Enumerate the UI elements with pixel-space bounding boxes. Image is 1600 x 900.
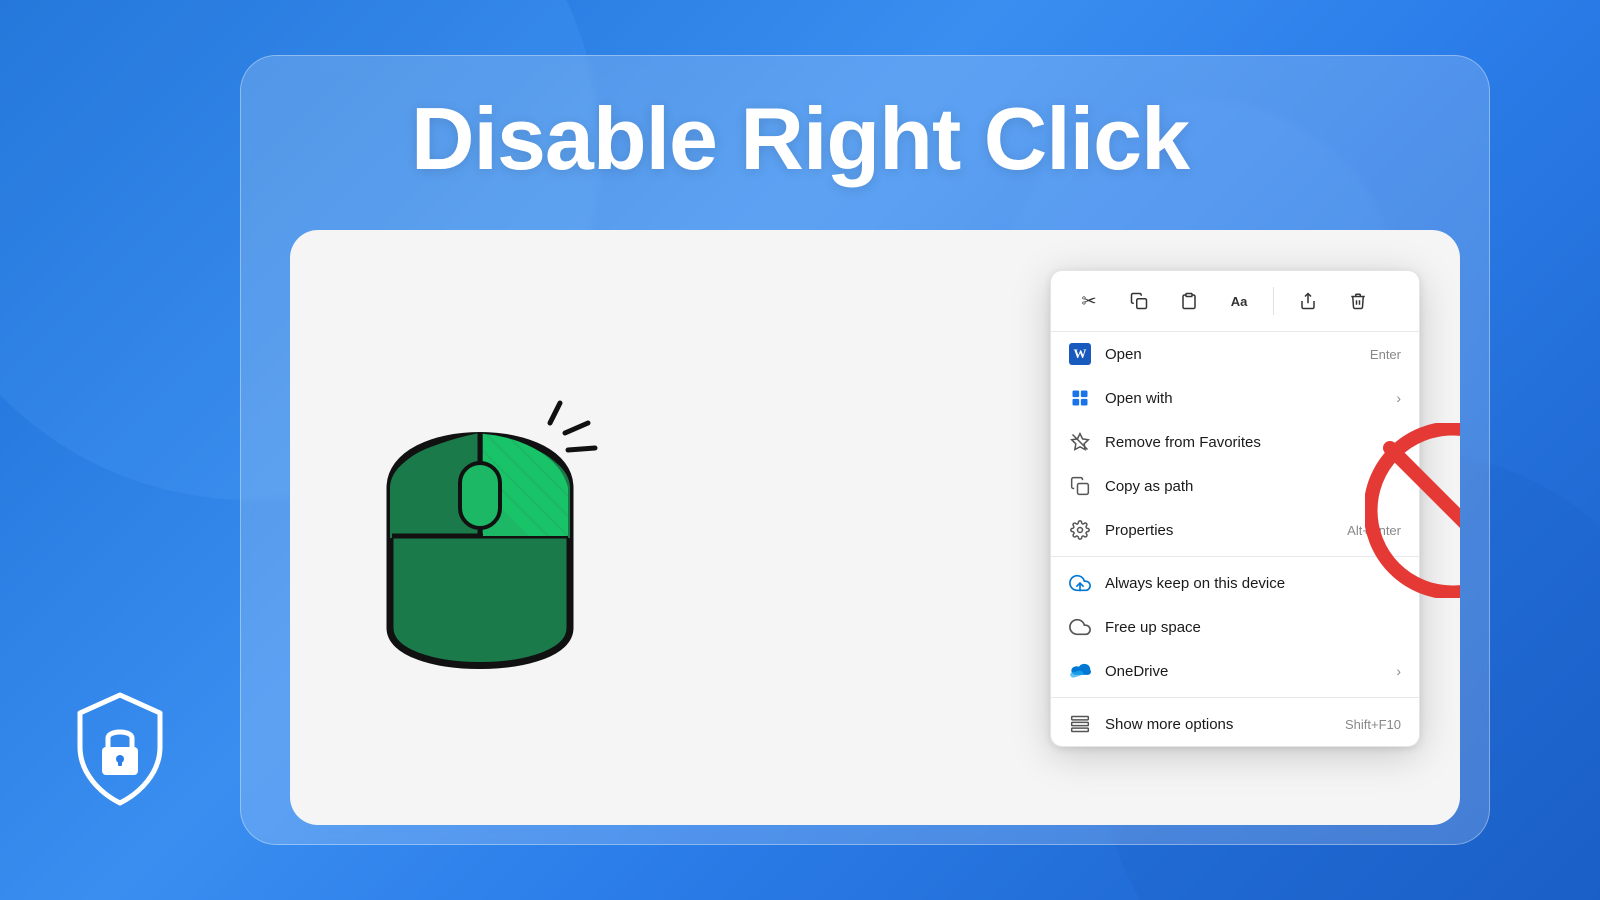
separator-2 — [1051, 697, 1419, 698]
rename-button[interactable]: Aa — [1219, 281, 1259, 321]
paste-button[interactable] — [1169, 281, 1209, 321]
more-options-label: Show more options — [1105, 716, 1331, 733]
context-menu-icons-row: ✂ Aa — [1051, 271, 1419, 332]
open-label: Open — [1105, 346, 1356, 363]
onedrive-arrow: › — [1396, 663, 1401, 679]
star-icon — [1069, 431, 1091, 453]
cut-button[interactable]: ✂ — [1069, 281, 1109, 321]
page-title: Disable Right Click — [0, 95, 1600, 183]
properties-label: Properties — [1105, 522, 1333, 539]
cloud-sync-icon — [1069, 572, 1091, 594]
more-options-menu-item[interactable]: Show more options Shift+F10 — [1051, 702, 1419, 746]
onedrive-icon — [1069, 660, 1091, 682]
properties-menu-item[interactable]: Properties Alt+Enter — [1051, 508, 1419, 552]
properties-icon — [1069, 519, 1091, 541]
open-with-arrow: › — [1396, 390, 1401, 406]
free-space-label: Free up space — [1105, 619, 1401, 636]
share-button[interactable] — [1288, 281, 1328, 321]
copy-button[interactable] — [1119, 281, 1159, 321]
more-options-icon — [1069, 713, 1091, 735]
copy-path-icon — [1069, 475, 1091, 497]
open-with-label: Open with — [1105, 390, 1382, 407]
remove-favorites-label: Remove from Favorites — [1105, 434, 1401, 451]
open-with-icon — [1069, 387, 1091, 409]
word-icon: W — [1069, 343, 1091, 365]
open-with-menu-item[interactable]: Open with › — [1051, 376, 1419, 420]
separator-1 — [1051, 556, 1419, 557]
icon-row-divider — [1273, 287, 1274, 315]
cloud-icon — [1069, 616, 1091, 638]
remove-favorites-menu-item[interactable]: Remove from Favorites — [1051, 420, 1419, 464]
shield-lock-icon — [55, 685, 185, 820]
more-options-shortcut: Shift+F10 — [1345, 717, 1401, 732]
always-keep-menu-item[interactable]: Always keep on this device — [1051, 561, 1419, 605]
open-shortcut: Enter — [1370, 347, 1401, 362]
onedrive-menu-item[interactable]: OneDrive › — [1051, 649, 1419, 693]
always-keep-label: Always keep on this device — [1105, 575, 1401, 592]
free-space-menu-item[interactable]: Free up space — [1051, 605, 1419, 649]
copy-path-menu-item[interactable]: Copy as path — [1051, 464, 1419, 508]
onedrive-label: OneDrive — [1105, 663, 1382, 680]
no-entry-sign — [1365, 423, 1460, 598]
mouse-illustration — [340, 318, 680, 738]
delete-button[interactable] — [1338, 281, 1378, 321]
open-menu-item[interactable]: W Open Enter — [1051, 332, 1419, 376]
copy-path-label: Copy as path — [1105, 478, 1401, 495]
content-area: ✂ Aa — [290, 230, 1460, 825]
